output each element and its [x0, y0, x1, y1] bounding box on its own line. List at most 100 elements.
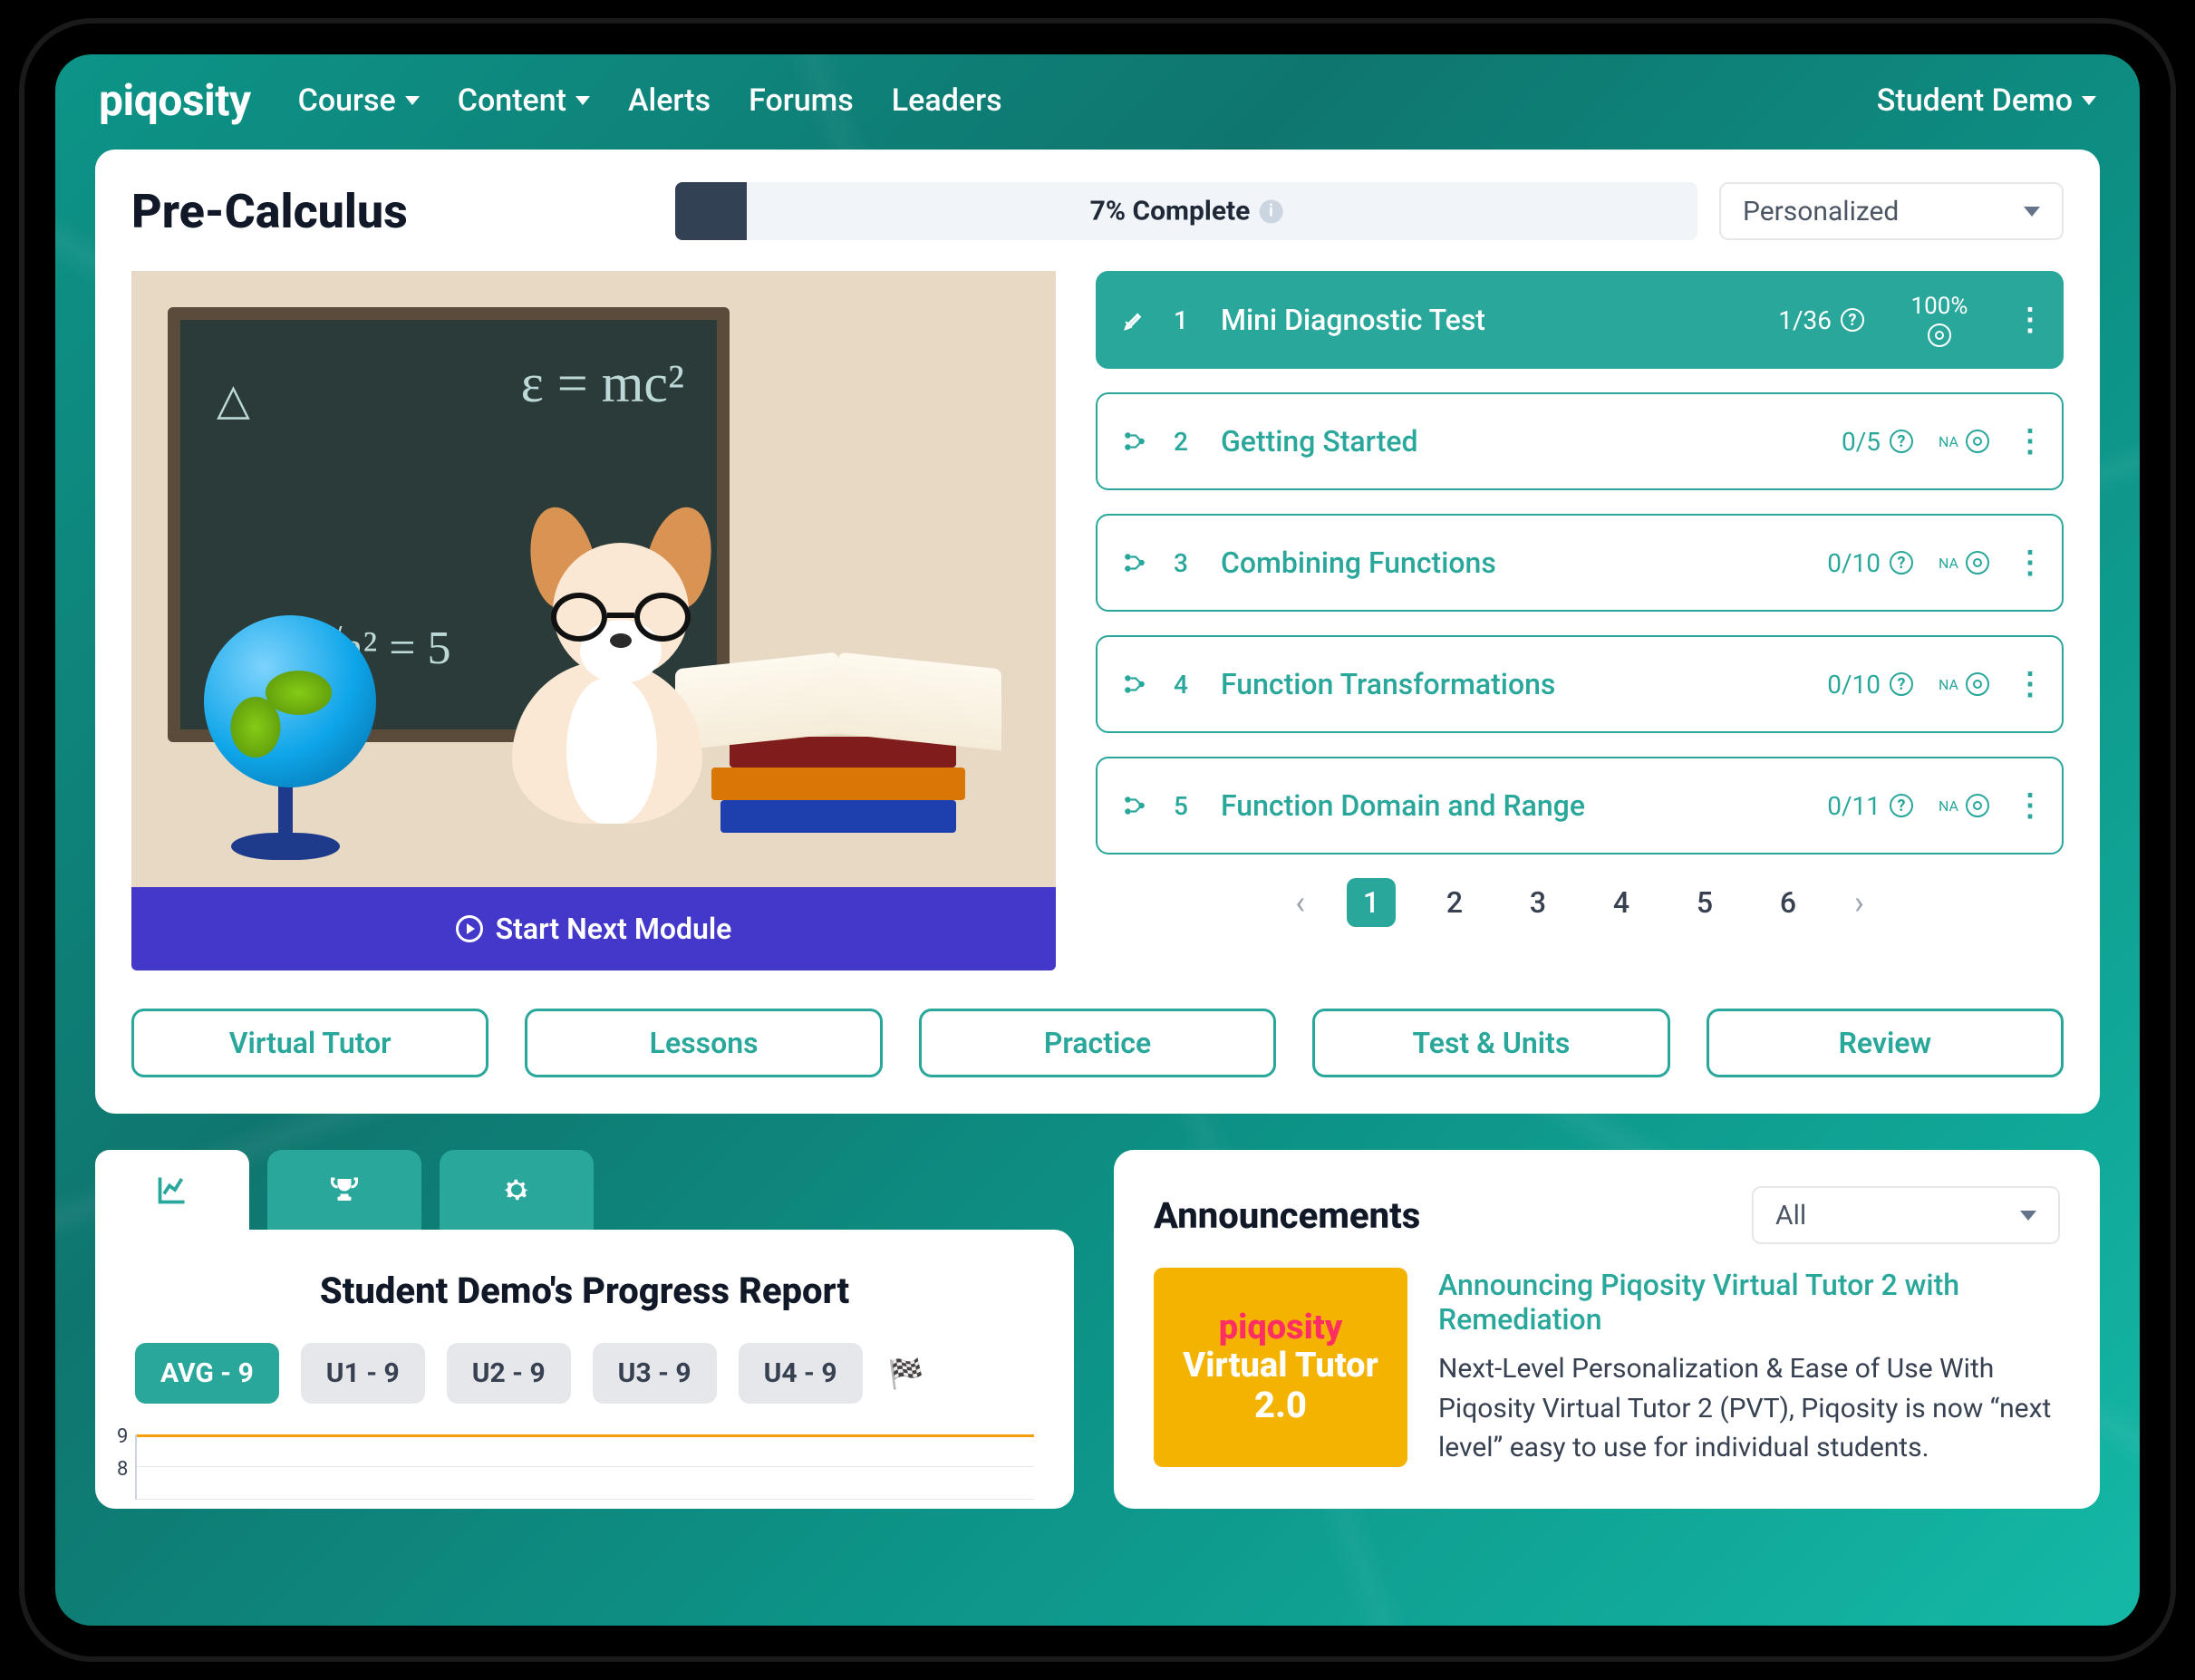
progress-label: 7% Complete i — [1090, 196, 1283, 227]
module-fraction: 0/10? — [1777, 548, 1913, 578]
report-title: Student Demo's Progress Report — [135, 1270, 1034, 1312]
help-icon[interactable]: ? — [1890, 430, 1913, 453]
help-icon[interactable]: ? — [1890, 672, 1913, 696]
mode-select[interactable]: Personalized — [1719, 182, 2064, 240]
help-icon[interactable]: ? — [1890, 551, 1913, 574]
nav-content[interactable]: Content — [458, 82, 590, 119]
target-icon — [1966, 672, 1989, 696]
module-title: Combining Functions — [1221, 546, 1752, 580]
progress-fill — [675, 182, 747, 240]
target-icon — [1966, 430, 1989, 453]
announcement-thumbnail: piqosity Virtual Tutor 2.0 — [1154, 1268, 1407, 1467]
tab-chart[interactable] — [95, 1150, 249, 1230]
module-menu-button[interactable]: ⋮ — [2015, 302, 2038, 338]
module-menu-button[interactable]: ⋮ — [2015, 423, 2038, 459]
branch-icon — [1121, 792, 1148, 819]
module-title: Function Transformations — [1221, 667, 1752, 701]
module-fraction: 0/5? — [1777, 427, 1913, 457]
pager-page[interactable]: 5 — [1680, 878, 1729, 927]
flag-icon[interactable]: 🏁 — [888, 1357, 924, 1391]
report-pill[interactable]: U3 - 9 — [593, 1343, 717, 1404]
module-score: 100% — [1890, 293, 1989, 347]
module-number: 4 — [1174, 670, 1195, 700]
chevron-down-icon — [2082, 96, 2096, 105]
gear-icon — [500, 1173, 533, 1206]
report-pill[interactable]: U4 - 9 — [739, 1343, 863, 1404]
chevron-down-icon — [405, 96, 420, 105]
pager-prev[interactable]: ‹ — [1288, 883, 1312, 922]
target-icon — [1966, 551, 1989, 574]
module-fraction: 1/36? — [1728, 305, 1864, 335]
announcement-description: Next-Level Personalization & Ease of Use… — [1438, 1349, 2060, 1468]
tab-settings[interactable] — [440, 1150, 594, 1230]
module-title: Getting Started — [1221, 424, 1752, 459]
brand-logo[interactable]: piqosity — [99, 74, 251, 126]
module-fraction: 0/10? — [1777, 670, 1913, 700]
test-units-button[interactable]: Test & Units — [1312, 1009, 1669, 1077]
tab-trophy[interactable] — [267, 1150, 421, 1230]
nav-forums[interactable]: Forums — [749, 82, 854, 119]
nav-user-menu[interactable]: Student Demo — [1877, 82, 2096, 119]
axis-label: 8 — [117, 1458, 128, 1481]
pager-page[interactable]: 1 — [1347, 878, 1396, 927]
announcements-title: Announcements — [1154, 1194, 1420, 1237]
pager: ‹ 1 2 3 4 5 6 › — [1096, 878, 2064, 927]
info-icon[interactable]: i — [1259, 199, 1282, 223]
course-illustration: ε = mc² △ √a² = 5 — [131, 271, 1056, 970]
pager-page[interactable]: 4 — [1597, 878, 1646, 927]
virtual-tutor-button[interactable]: Virtual Tutor — [131, 1009, 488, 1077]
progress-bar: 7% Complete i — [675, 182, 1697, 240]
module-title: Mini Diagnostic Test — [1221, 303, 1703, 337]
module-row[interactable]: 5 Function Domain and Range 0/11? NA ⋮ — [1096, 757, 2064, 854]
chart-icon — [156, 1173, 189, 1206]
lessons-button[interactable]: Lessons — [525, 1009, 882, 1077]
branch-icon — [1121, 549, 1148, 576]
module-fraction: 0/11? — [1777, 791, 1913, 821]
nav-leaders[interactable]: Leaders — [892, 82, 1002, 119]
module-row[interactable]: 3 Combining Functions 0/10? NA ⋮ — [1096, 514, 2064, 612]
report-pill[interactable]: U2 - 9 — [447, 1343, 571, 1404]
start-next-module-button[interactable]: Start Next Module — [131, 887, 1056, 970]
module-score: NA — [1939, 794, 1989, 817]
help-icon[interactable]: ? — [1890, 794, 1913, 817]
course-card: Pre-Calculus 7% Complete i Personalized — [95, 150, 2100, 1114]
pager-page[interactable]: 6 — [1764, 878, 1813, 927]
tablet-frame: piqosity Course Content Alerts Forums Le… — [19, 18, 2176, 1662]
axis-label: 9 — [117, 1425, 128, 1448]
module-menu-button[interactable]: ⋮ — [2015, 545, 2038, 581]
module-menu-button[interactable]: ⋮ — [2015, 666, 2038, 702]
mascot-image — [467, 507, 757, 833]
trophy-icon — [328, 1173, 361, 1206]
module-row[interactable]: 2 Getting Started 0/5? NA ⋮ — [1096, 392, 2064, 490]
target-icon — [1966, 794, 1989, 817]
module-list: 1 Mini Diagnostic Test 1/36? 100% ⋮ 2 Ge… — [1096, 271, 2064, 970]
top-nav: piqosity Course Content Alerts Forums Le… — [55, 54, 2140, 150]
report-chart: 9 8 — [135, 1434, 1034, 1500]
pager-page[interactable]: 3 — [1513, 878, 1562, 927]
practice-button[interactable]: Practice — [919, 1009, 1276, 1077]
module-row[interactable]: 1 Mini Diagnostic Test 1/36? 100% ⋮ — [1096, 271, 2064, 369]
report-pill[interactable]: AVG - 9 — [135, 1343, 279, 1404]
chevron-down-icon — [2020, 1211, 2036, 1221]
nav-course[interactable]: Course — [298, 82, 420, 119]
module-title: Function Domain and Range — [1221, 788, 1752, 823]
module-number: 3 — [1174, 548, 1195, 578]
pager-page[interactable]: 2 — [1430, 878, 1479, 927]
announcement-link[interactable]: Announcing Piqosity Virtual Tutor 2 with… — [1438, 1268, 2060, 1337]
help-icon[interactable]: ? — [1841, 308, 1864, 332]
module-row[interactable]: 4 Function Transformations 0/10? NA ⋮ — [1096, 635, 2064, 733]
announcements-filter[interactable]: All — [1752, 1186, 2060, 1244]
nav-alerts[interactable]: Alerts — [628, 82, 711, 119]
progress-panel: Student Demo's Progress Report AVG - 9 U… — [95, 1150, 1074, 1509]
pager-next[interactable]: › — [1847, 883, 1871, 922]
target-icon — [1928, 323, 1951, 347]
chevron-down-icon — [2024, 207, 2040, 217]
report-pill[interactable]: U1 - 9 — [301, 1343, 425, 1404]
module-score: NA — [1939, 672, 1989, 696]
module-number: 5 — [1174, 791, 1195, 821]
module-score: NA — [1939, 551, 1989, 574]
module-menu-button[interactable]: ⋮ — [2015, 787, 2038, 824]
review-button[interactable]: Review — [1707, 1009, 2064, 1077]
pencil-icon — [1121, 306, 1148, 333]
module-score: NA — [1939, 430, 1989, 453]
